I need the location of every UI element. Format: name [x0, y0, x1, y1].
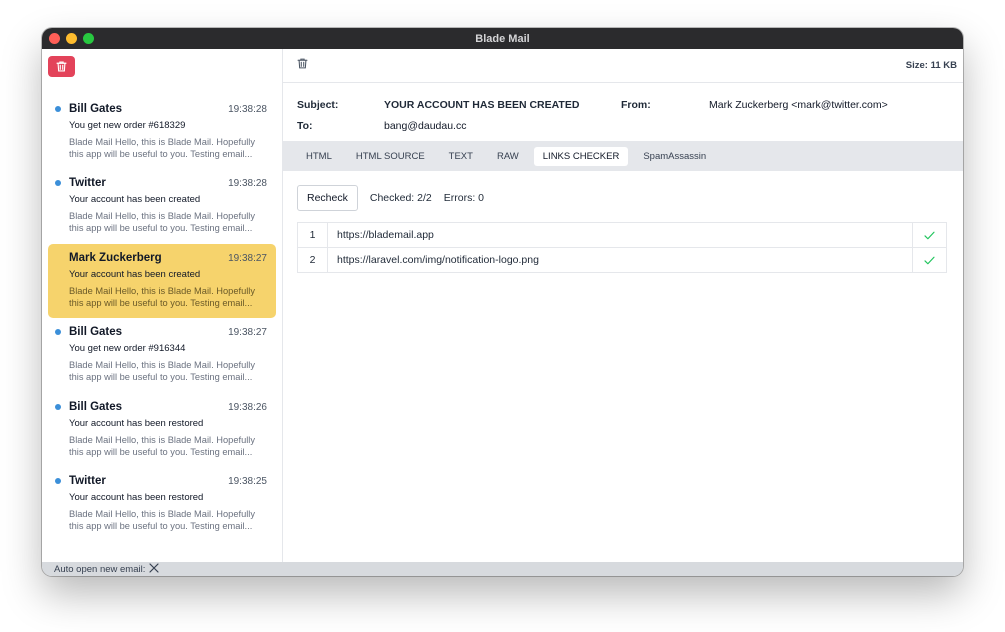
recheck-button[interactable]: Recheck: [297, 185, 358, 211]
trash-icon: [56, 61, 67, 72]
mail-time: 19:38:25: [228, 475, 267, 487]
mail-preview: Blade Mail Hello, this is Blade Mail. Ho…: [69, 211, 256, 234]
link-url: https://laravel.com/img/notification-log…: [327, 247, 913, 273]
checkmark-icon: [924, 231, 935, 239]
mail-preview: Blade Mail Hello, this is Blade Mail. Ho…: [69, 360, 256, 383]
zoom-window-button[interactable]: [83, 33, 94, 44]
mail-sender: Mark Zuckerberg: [69, 251, 162, 264]
link-number: 2: [297, 247, 328, 273]
window-controls: [49, 33, 94, 44]
to-value: bang@daudau.cc: [384, 119, 467, 132]
mail-sender: Twitter: [69, 474, 106, 487]
mail-list-item[interactable]: Bill Gates 19:38:28 You get new order #6…: [48, 95, 276, 169]
links-checker-panel: Recheck Checked: 2/2 Errors: 0 1 https:/…: [283, 171, 963, 273]
window-title: Blade Mail: [475, 32, 530, 45]
mail-sender: Bill Gates: [69, 326, 123, 339]
mail-time: 19:38:28: [228, 178, 267, 190]
mail-viewer: Size: 11 KB Subject: YOUR ACCOUNT HAS BE…: [283, 49, 963, 562]
title-bar: Blade Mail: [42, 28, 963, 49]
tab-links-checker[interactable]: LINKS CHECKER: [533, 146, 629, 166]
close-window-button[interactable]: [49, 33, 60, 44]
mail-subject: Your account has been created: [69, 194, 201, 206]
mail-preview: Blade Mail Hello, this is Blade Mail. Ho…: [69, 285, 256, 308]
unread-indicator: [55, 477, 61, 484]
mail-headers: Subject: YOUR ACCOUNT HAS BEEN CREATED F…: [283, 83, 963, 141]
errors-count: Errors: 0: [443, 192, 484, 204]
mail-time: 19:38:28: [228, 104, 267, 115]
unread-indicator: [55, 403, 61, 410]
tab-html[interactable]: HTML: [297, 147, 341, 166]
mail-sender: Bill Gates: [69, 400, 123, 413]
close-icon: [149, 562, 159, 573]
mail-preview: Blade Mail Hello, this is Blade Mail. Ho…: [69, 137, 256, 159]
mail-list-item[interactable]: Twitter 19:38:28 Your account has been c…: [48, 169, 276, 243]
unread-indicator: [55, 180, 61, 187]
link-number: 1: [297, 222, 328, 248]
tab-html-source[interactable]: HTML SOURCE: [347, 147, 434, 166]
tab-text[interactable]: TEXT: [440, 147, 482, 166]
checkmark-icon: [924, 256, 935, 264]
delete-all-button[interactable]: [48, 56, 75, 77]
mail-time: 19:38:26: [228, 401, 267, 413]
unread-indicator: [55, 106, 61, 112]
checked-count: Checked: 2/2: [369, 192, 432, 204]
trash-icon: [297, 58, 308, 68]
mail-subject: Your account has been created: [69, 268, 201, 280]
table-row: 2 https://laravel.com/img/notification-l…: [297, 247, 947, 273]
auto-open-label: Auto open new email:: [54, 563, 146, 575]
to-label: To:: [297, 119, 313, 132]
mail-time: 19:38:27: [228, 327, 267, 339]
mail-list-item-selected[interactable]: Mark Zuckerberg 19:38:27 Your account ha…: [48, 243, 276, 318]
delete-mail-button[interactable]: [296, 57, 309, 75]
minimize-window-button[interactable]: [66, 33, 77, 44]
status-bar: Auto open new email:: [42, 562, 963, 576]
mail-subject: Your account has been restored: [69, 491, 204, 503]
link-url: https://blademail.app: [327, 222, 913, 248]
auto-open-toggle[interactable]: [149, 562, 159, 576]
app-window: Blade Mail Bill Gates 19:38:28 You get n…: [42, 28, 963, 576]
mail-preview: Blade Mail Hello, this is Blade Mail. Ho…: [69, 434, 256, 457]
mail-sender: Bill Gates: [69, 103, 123, 115]
mail-list-item[interactable]: Bill Gates 19:38:27 You get new order #9…: [48, 318, 276, 392]
tab-raw[interactable]: RAW: [488, 147, 528, 166]
mail-preview: Blade Mail Hello, this is Blade Mail. Ho…: [69, 508, 256, 531]
view-tabs: HTML HTML SOURCE TEXT RAW LINKS CHECKER …: [283, 141, 963, 171]
mail-list-item[interactable]: Bill Gates 19:38:26 Your account has bee…: [48, 393, 276, 467]
mail-sidebar: Bill Gates 19:38:28 You get new order #6…: [42, 49, 283, 562]
mail-sender: Twitter: [69, 177, 106, 190]
subject-label: Subject:: [297, 98, 339, 111]
mail-size: Size: 11 KB: [905, 60, 957, 71]
from-label: From:: [621, 98, 651, 111]
mail-subject: Your account has been restored: [69, 417, 204, 429]
mail-subject: You get new order #618329: [69, 120, 186, 131]
mail-list: Bill Gates 19:38:28 You get new order #6…: [42, 85, 282, 541]
links-table: 1 https://blademail.app 2 https://larave…: [297, 222, 947, 273]
from-value: Mark Zuckerberg <mark@twitter.com>: [709, 98, 888, 111]
mail-time: 19:38:27: [228, 252, 267, 264]
unread-indicator: [55, 329, 61, 336]
mail-subject: You get new order #916344: [69, 343, 186, 355]
table-row: 1 https://blademail.app: [297, 222, 947, 248]
tab-spamassassin[interactable]: SpamAssassin: [634, 147, 715, 166]
mail-list-item[interactable]: Twitter 19:38:25 Your account has been r…: [48, 467, 276, 541]
subject-value: YOUR ACCOUNT HAS BEEN CREATED: [384, 98, 580, 111]
